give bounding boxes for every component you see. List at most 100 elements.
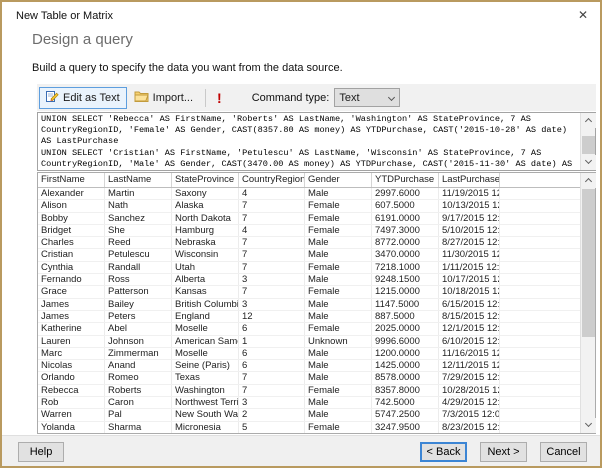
command-type-select[interactable]: Text [334, 88, 401, 107]
table-cell: 1425.0000 [372, 360, 439, 372]
table-cell: Male [305, 347, 372, 360]
table-cell: Randall [105, 261, 172, 274]
close-icon[interactable]: ✕ [578, 8, 588, 22]
table-cell: Male [305, 298, 372, 310]
table-cell: 2025.0000 [372, 323, 439, 335]
table-cell: Alberta [172, 274, 239, 286]
table-cell-filler [500, 299, 580, 310]
table-cell: 8578.0000 [372, 372, 439, 384]
scroll-down-icon[interactable] [581, 155, 596, 170]
next-button[interactable]: Next > [480, 442, 527, 462]
table-cell-filler [500, 188, 580, 199]
table-cell-filler [500, 200, 580, 211]
query-results-grid: FirstName LastName StateProvince CountryReg… [37, 172, 596, 434]
table-row[interactable]: Alison Nath Alaska 7 Female 607.5000 10/13/201… [38, 200, 580, 213]
table-cell: Ross [105, 274, 172, 286]
table-cell: Male [305, 397, 372, 409]
table-cell: Marc [38, 347, 105, 360]
import-folder-icon [134, 90, 149, 105]
table-row[interactable]: WarrenPalNew South Wales2Male5747.25007/… [38, 409, 580, 422]
table-cell: Female [305, 286, 372, 298]
table-cell: 8/23/2015 12:0... [439, 421, 500, 433]
results-grid-inner: FirstName LastName StateProvince CountryReg… [38, 173, 580, 433]
table-cell: Male [305, 360, 372, 372]
table-row[interactable]: Katherine Abel Moselle 6 Female 2025.0000 12/1… [38, 323, 580, 336]
scroll-up-icon[interactable] [581, 113, 596, 128]
grid-scrollbar[interactable] [580, 173, 596, 433]
import-button[interactable]: Import... [127, 87, 200, 109]
table-cell: 4 [239, 224, 305, 237]
table-cell-filler [500, 385, 580, 396]
table-row[interactable]: Fernando Ross Alberta 3 Male 9248.1500 10/17/2… [38, 274, 580, 287]
table-cell: Grace [38, 286, 105, 298]
table-row[interactable]: Rebecca Roberts Washington 7 Female 8357.8000… [38, 384, 580, 398]
table-cell-filler [500, 348, 580, 359]
table-cell: 7 [239, 212, 305, 224]
help-button[interactable]: Help [18, 442, 64, 462]
column-header-stateprovince: StateProvince [172, 173, 239, 187]
scroll-down-icon[interactable] [581, 418, 596, 433]
table-cell: 3 [239, 298, 305, 310]
cancel-button[interactable]: Cancel [540, 442, 587, 462]
grid-scroll-thumb[interactable] [582, 189, 595, 337]
table-row[interactable]: Alexander Martin Saxony 4 Male 2997.6000 11/19… [38, 188, 580, 201]
command-type-label: Command type: [251, 91, 330, 104]
table-cell: 8772.0000 [372, 237, 439, 249]
table-cell: Wisconsin [172, 249, 239, 261]
table-cell: 2997.6000 [372, 188, 439, 200]
table-cell: 4/29/2015 12:0... [439, 397, 500, 409]
table-row[interactable]: Cristian Petulescu Wisconsin 7 Male 3470.0000… [38, 249, 580, 262]
table-row[interactable]: Cynthia Randall Utah 7 Female 7218.1000 1/11/2… [38, 261, 580, 275]
table-row[interactable]: James Bailey British Columbia 3 Male 1147.500… [38, 298, 580, 311]
table-row[interactable]: RobCaronNorthwest Terri...3Male742.50004… [38, 397, 580, 410]
table-cell: Moselle [172, 323, 239, 335]
table-cell: England [172, 310, 239, 323]
results-grid-body: Alexander Martin Saxony 4 Male 2997.6000 11/19… [38, 188, 580, 433]
table-row[interactable]: Yolanda Sharma Micronesia 5 Female 3247.9500 8… [38, 421, 580, 433]
table-cell: 10/28/2015 12:... [439, 384, 500, 397]
table-cell: 6/15/2015 12:0... [439, 298, 500, 310]
table-cell-filler [500, 360, 580, 371]
new-table-or-matrix-dialog: { "dialog": { "title": "New Table or Mat… [0, 0, 602, 468]
table-cell: Seine (Paris) [172, 360, 239, 372]
table-cell: Lauren [38, 335, 105, 347]
edit-as-text-label: Edit as Text [63, 91, 120, 104]
table-cell: Reed [105, 237, 172, 249]
table-cell: Saxony [172, 188, 239, 200]
table-cell: Anand [105, 360, 172, 372]
scroll-up-icon[interactable] [581, 173, 596, 188]
table-cell: Alaska [172, 200, 239, 212]
validation-error-icon[interactable]: ! [217, 90, 222, 106]
table-cell: Charles [38, 237, 105, 249]
table-row[interactable]: Grace Patterson Kansas 7 Female 1215.0000 10/1… [38, 286, 580, 299]
table-cell: Bobby [38, 212, 105, 224]
table-cell-filler [500, 323, 580, 334]
table-row[interactable]: LaurenJohnsonAmerican Samoa1Unknown9996.… [38, 335, 580, 348]
table-cell: 7 [239, 384, 305, 397]
table-cell: 5747.2500 [372, 409, 439, 421]
table-row[interactable]: Marc Zimmerman Moselle 6 Male 1200.0000 11/16/… [38, 347, 580, 361]
table-row[interactable]: Bobby Sanchez North Dakota 7 Female 6191.0000… [38, 212, 580, 225]
table-row[interactable]: Orlando Romeo Texas 7 Male 8578.0000 7/29/2015… [38, 372, 580, 385]
table-cell: 5 [239, 421, 305, 433]
query-scrollbar[interactable] [580, 113, 596, 170]
table-cell-filler [500, 409, 580, 420]
table-cell-filler [500, 372, 580, 383]
table-cell: Female [305, 200, 372, 212]
table-cell: Female [305, 261, 372, 274]
table-cell: Yolanda [38, 421, 105, 433]
table-cell: Unknown [305, 335, 372, 347]
command-type-value: Text [339, 91, 360, 104]
query-textbox[interactable]: UNION SELECT 'Rebecca' AS FirstName, 'Ro… [37, 112, 596, 171]
table-cell: Kansas [172, 286, 239, 298]
table-row[interactable]: Nicolas Anand Seine (Paris) 6 Male 1425.0000 1… [38, 360, 580, 373]
table-cell: 7 [239, 237, 305, 249]
table-cell: 8/27/2015 12:0... [439, 237, 500, 249]
query-scroll-thumb[interactable] [582, 136, 595, 154]
back-button[interactable]: < Back [420, 442, 467, 462]
edit-as-text-button[interactable]: Edit as Text [39, 86, 127, 109]
table-row[interactable]: Bridget She Hamburg 4 Female 7497.3000 5/10/20… [38, 224, 580, 238]
table-cell: Male [305, 188, 372, 200]
table-row[interactable]: Charles Reed Nebraska 7 Male 8772.0000 8/27/20… [38, 237, 580, 250]
table-row[interactable]: James Peters England 12 Male 887.5000 8/15/201… [38, 310, 580, 324]
